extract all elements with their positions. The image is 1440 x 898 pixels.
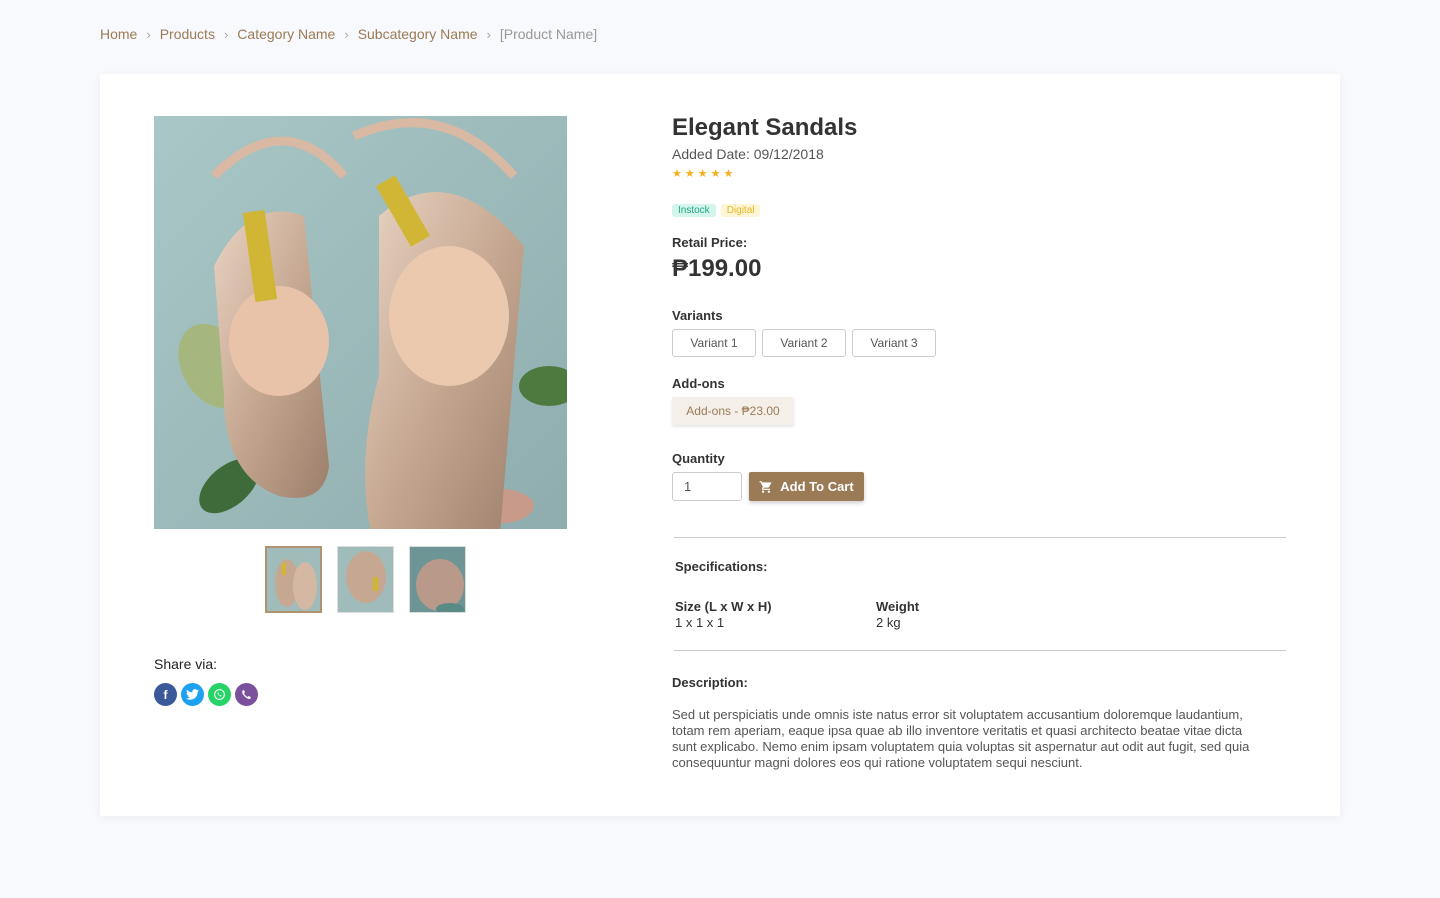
- specifications-title: Specifications:: [675, 559, 768, 574]
- add-to-cart-button[interactable]: Add To Cart: [749, 472, 864, 501]
- thumbnail-2[interactable]: [337, 546, 394, 613]
- breadcrumb-separator: ›: [486, 26, 491, 42]
- star-icon: ★: [697, 168, 708, 180]
- product-main-image: [154, 116, 567, 529]
- digital-badge: Digital: [720, 204, 761, 217]
- viber-icon[interactable]: [235, 683, 258, 706]
- product-title: Elegant Sandals: [672, 114, 858, 141]
- variant-3-button[interactable]: Variant 3: [852, 329, 936, 357]
- star-icon: ★: [672, 168, 682, 180]
- added-date: Added Date: 09/12/2018: [672, 146, 824, 162]
- variants-label: Variants: [672, 308, 723, 323]
- retail-price: ₱199.00: [672, 255, 762, 282]
- addon-button[interactable]: Add-ons - ₱23.00: [672, 397, 794, 425]
- breadcrumb-separator: ›: [344, 26, 349, 42]
- star-icon: ★: [684, 168, 695, 180]
- add-to-cart-label: Add To Cart: [780, 479, 854, 494]
- spec-size-label: Size (L x W x H): [675, 599, 772, 614]
- spec-weight: Weight 2 kg: [876, 599, 919, 630]
- spec-size: Size (L x W x H) 1 x 1 x 1: [675, 599, 772, 630]
- quantity-label: Quantity: [672, 451, 725, 466]
- spec-size-value: 1 x 1 x 1: [675, 615, 725, 630]
- instock-badge: Instock: [672, 204, 716, 217]
- product-card: Share via: f Elegant Sandals Added Date:…: [100, 74, 1340, 816]
- share-label: Share via:: [154, 656, 218, 672]
- breadcrumb-home[interactable]: Home: [100, 26, 137, 42]
- share-icons: f: [154, 683, 258, 706]
- breadcrumb-separator: ›: [146, 26, 151, 42]
- breadcrumb: Home › Products › Category Name › Subcat…: [100, 26, 597, 42]
- thumbnail-list: [265, 546, 466, 613]
- variant-options: Variant 1 Variant 2 Variant 3: [672, 329, 936, 357]
- spec-weight-label: Weight: [876, 599, 920, 614]
- breadcrumb-category[interactable]: Category Name: [237, 26, 335, 42]
- quantity-input[interactable]: [672, 472, 742, 501]
- breadcrumb-subcategory[interactable]: Subcategory Name: [358, 26, 478, 42]
- cart-icon: [759, 480, 772, 493]
- spec-weight-value: 2 kg: [876, 615, 901, 630]
- retail-price-label: Retail Price:: [672, 235, 748, 250]
- variant-1-button[interactable]: Variant 1: [672, 329, 756, 357]
- status-badges: Instock Digital: [672, 204, 761, 217]
- description-text: Sed ut perspiciatis unde omnis iste natu…: [672, 707, 1250, 770]
- description-title: Description:: [672, 675, 748, 690]
- divider: [674, 650, 1286, 651]
- variant-2-button[interactable]: Variant 2: [762, 329, 846, 357]
- breadcrumb-current: [Product Name]: [499, 26, 598, 42]
- divider: [674, 537, 1286, 538]
- addons-label: Add-ons: [672, 376, 725, 391]
- twitter-icon[interactable]: [181, 683, 204, 706]
- breadcrumb-separator: ›: [223, 26, 229, 42]
- rating-stars: ★ ★ ★ ★ ★: [672, 167, 733, 180]
- breadcrumb-products[interactable]: Products: [160, 26, 215, 42]
- star-icon: ★: [723, 168, 734, 180]
- whatsapp-icon[interactable]: [208, 683, 231, 706]
- facebook-icon[interactable]: f: [154, 683, 177, 706]
- star-icon: ★: [710, 168, 721, 180]
- thumbnail-3[interactable]: [409, 546, 466, 613]
- thumbnail-1[interactable]: [265, 546, 322, 613]
